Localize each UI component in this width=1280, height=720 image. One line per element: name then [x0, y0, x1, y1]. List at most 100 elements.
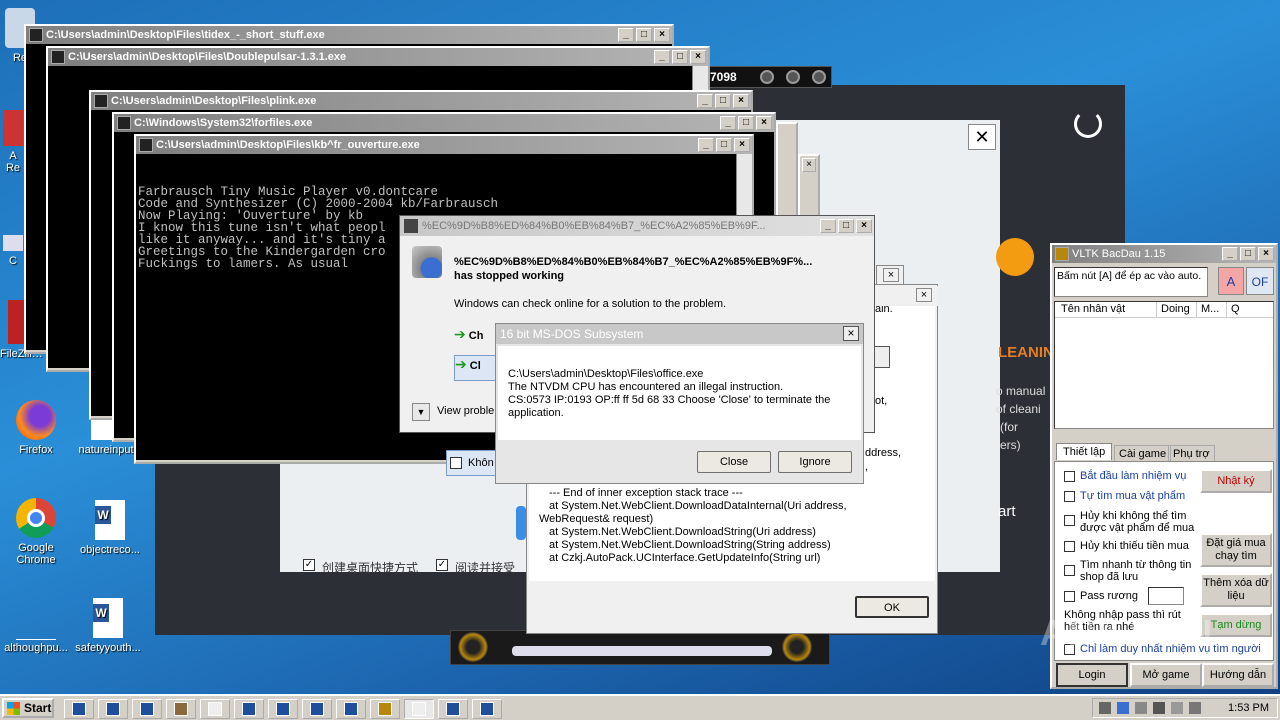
- option-checkbox[interactable]: [1064, 591, 1075, 602]
- title-bar[interactable]: C:\Users\admin\Desktop\Files\Doublepulsa…: [48, 48, 708, 66]
- installer-close-button[interactable]: ✕: [968, 124, 996, 150]
- taskbar-item[interactable]: [438, 699, 468, 719]
- clock[interactable]: 1:53 PM: [1228, 702, 1269, 714]
- desktop-icon-objectreco[interactable]: W objectreco...: [74, 500, 146, 556]
- taskbar-item[interactable]: [404, 699, 434, 719]
- tab-thiet-lap[interactable]: Thiết lập: [1056, 443, 1113, 460]
- minimize-button[interactable]: _: [618, 28, 634, 42]
- app-icon: [174, 702, 188, 716]
- close-button[interactable]: ×: [802, 158, 816, 172]
- taskbar-item[interactable]: [370, 699, 400, 719]
- console-icon: [242, 702, 256, 716]
- desktop-icon-safetyyouth[interactable]: W safetyyouth...: [72, 598, 144, 654]
- set-price-button[interactable]: Đặt giá mua chạy tìm: [1200, 533, 1272, 567]
- maximize-button[interactable]: □: [1240, 247, 1256, 261]
- guide-button[interactable]: Hướng dẫn: [1202, 663, 1274, 687]
- maximize-button[interactable]: □: [636, 28, 652, 42]
- tab-cai-game[interactable]: Cài game: [1114, 445, 1172, 462]
- character-table[interactable]: Tên nhân vật Doing M... Q: [1054, 301, 1274, 429]
- desktop-shortcut-checkbox[interactable]: ✓: [303, 559, 315, 571]
- close-button[interactable]: ×: [733, 94, 749, 108]
- add-delete-data-button[interactable]: Thêm xóa dữ liệu: [1200, 573, 1272, 607]
- tray-icon[interactable]: [1099, 702, 1111, 714]
- maximize-button[interactable]: □: [716, 138, 732, 152]
- title-bar[interactable]: C:\Users\admin\Desktop\Files\tidex_-_sho…: [26, 26, 672, 44]
- taskbar-item[interactable]: [98, 699, 128, 719]
- minimize-button[interactable]: _: [654, 50, 670, 64]
- power-icon[interactable]: [1074, 110, 1102, 138]
- tray-icon[interactable]: [1153, 702, 1165, 714]
- ok-button[interactable]: OK: [855, 596, 929, 618]
- close-button[interactable]: ×: [734, 138, 750, 152]
- open-game-button[interactable]: Mở game: [1130, 663, 1202, 687]
- login-button[interactable]: Login: [1056, 663, 1128, 687]
- minimize-button[interactable]: _: [820, 219, 836, 233]
- desktop-icon-firefox[interactable]: Firefox: [0, 400, 72, 456]
- close-button[interactable]: ×: [856, 219, 872, 233]
- player-seek-slider[interactable]: [512, 646, 772, 656]
- maximize-button[interactable]: □: [738, 116, 754, 130]
- taskbar-item[interactable]: [302, 699, 332, 719]
- close-button[interactable]: ×: [883, 268, 899, 282]
- taskbar-item[interactable]: [268, 699, 298, 719]
- tab-phu-tro[interactable]: Phụ trợ: [1168, 445, 1215, 462]
- close-button[interactable]: Close: [697, 451, 771, 473]
- title-bar[interactable]: C:\Windows\System32\forfiles.exe _ □ ×: [114, 114, 774, 132]
- speaker-icon: [782, 632, 812, 662]
- button-of[interactable]: OF: [1246, 267, 1274, 295]
- minimize-button[interactable]: _: [1222, 247, 1238, 261]
- tray-icon[interactable]: [1135, 702, 1147, 714]
- log-button[interactable]: Nhật ký: [1200, 469, 1272, 493]
- taskbar-item[interactable]: [200, 699, 230, 719]
- taskbar-item[interactable]: [64, 699, 94, 719]
- close-button[interactable]: ×: [654, 28, 670, 42]
- desktop-icon-althoughpu[interactable]: althoughpu...: [0, 620, 72, 654]
- title-bar[interactable]: VLTK BacDau 1.15 _ □ ×: [1052, 245, 1276, 263]
- accept-checkbox[interactable]: ✓: [436, 559, 448, 571]
- chevron-down-icon[interactable]: ▼: [412, 403, 430, 421]
- option-checkbox[interactable]: [1064, 491, 1075, 502]
- option-checkbox[interactable]: [1064, 565, 1075, 576]
- taskbar-item[interactable]: [132, 699, 162, 719]
- pass-input[interactable]: [1148, 587, 1184, 605]
- option-checkbox[interactable]: [1064, 471, 1075, 482]
- column-header[interactable]: Doing: [1157, 302, 1197, 317]
- close-button[interactable]: ×: [843, 326, 859, 341]
- close-button[interactable]: ×: [690, 50, 706, 64]
- volume-icon[interactable]: [1171, 702, 1183, 714]
- option-checkbox[interactable]: [1064, 541, 1075, 552]
- taskbar-item[interactable]: [234, 699, 264, 719]
- title-bar[interactable]: %EC%9D%B8%ED%84%B0%EB%84%B7_%EC%A2%85%EB…: [400, 216, 874, 236]
- maximize-button[interactable]: □: [838, 219, 854, 233]
- close-button[interactable]: ×: [916, 288, 932, 302]
- button-a[interactable]: A: [1218, 267, 1244, 295]
- desktop-icon-c[interactable]: C: [0, 235, 26, 267]
- start-button[interactable]: Start: [2, 698, 54, 718]
- ignore-button[interactable]: Ignore: [778, 451, 852, 473]
- desktop-icon-chrome[interactable]: Google Chrome: [0, 498, 72, 566]
- taskbar-item[interactable]: [472, 699, 502, 719]
- title-bar[interactable]: C:\Users\admin\Desktop\Files\plink.exe _…: [91, 92, 751, 110]
- minimize-button[interactable]: _: [698, 138, 714, 152]
- title-bar[interactable]: 16 bit MS-DOS Subsystem ×: [496, 324, 863, 344]
- option-checkbox[interactable]: [1064, 515, 1075, 526]
- vltk-hint: Bấm nút [A] để ép ac vào auto.: [1054, 267, 1208, 297]
- column-header[interactable]: Tên nhân vật: [1055, 302, 1157, 317]
- minimize-button[interactable]: _: [697, 94, 713, 108]
- close-button[interactable]: ×: [756, 116, 772, 130]
- khon-checkbox[interactable]: [450, 457, 462, 469]
- maximize-button[interactable]: □: [715, 94, 731, 108]
- desktop-icon-a[interactable]: A Re: [0, 110, 26, 174]
- minimize-button[interactable]: _: [720, 116, 736, 130]
- tray-icon[interactable]: [1117, 702, 1129, 714]
- view-problem-link[interactable]: View problem: [437, 405, 503, 417]
- start-text[interactable]: art: [998, 503, 1016, 520]
- close-button[interactable]: ×: [1258, 247, 1274, 261]
- taskbar-item[interactable]: [166, 699, 196, 719]
- taskbar-item[interactable]: [336, 699, 366, 719]
- title-bar[interactable]: C:\Users\admin\Desktop\Files\kb^fr_ouver…: [136, 136, 752, 154]
- network-icon[interactable]: [1189, 702, 1201, 714]
- column-header[interactable]: M...: [1197, 302, 1227, 317]
- column-header[interactable]: Q: [1227, 302, 1267, 317]
- maximize-button[interactable]: □: [672, 50, 688, 64]
